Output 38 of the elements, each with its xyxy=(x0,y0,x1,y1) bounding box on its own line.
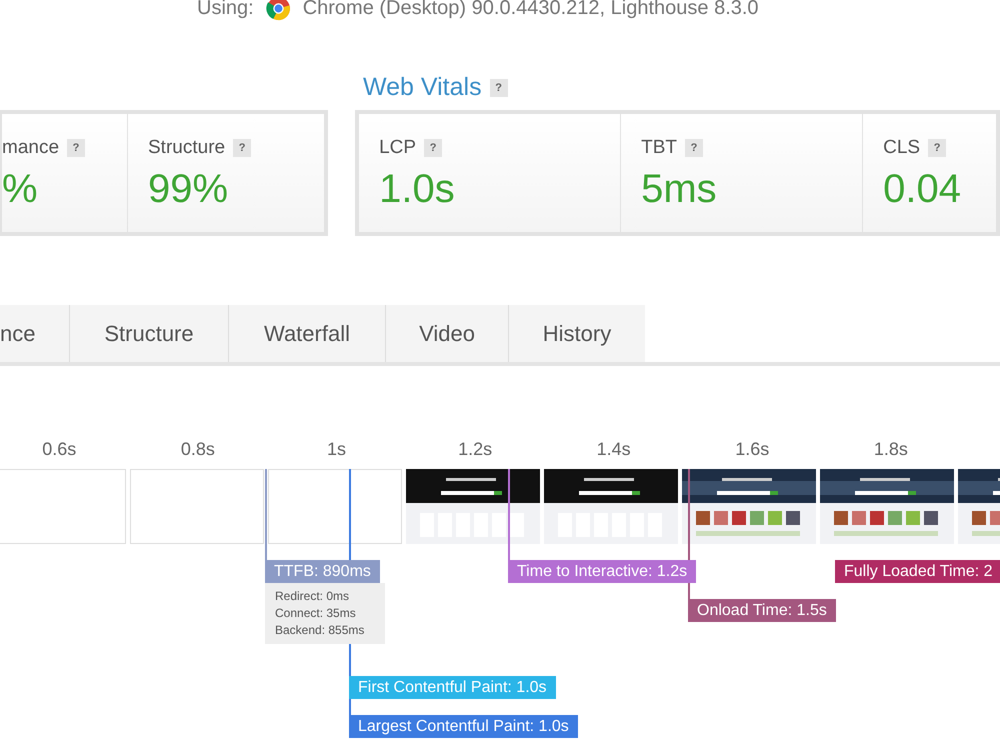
tab[interactable]: History xyxy=(509,305,645,362)
marker-label: Largest Contentful Paint: 1.0s xyxy=(349,715,578,738)
help-badge[interactable]: ? xyxy=(928,139,946,157)
tab[interactable]: Structure xyxy=(70,305,229,362)
metric-label: mance xyxy=(2,136,60,160)
metric-value: 1.0s xyxy=(379,166,456,212)
metric-label: TBT xyxy=(641,136,677,160)
metric-label: LCP xyxy=(379,136,416,160)
detail-text: Redirect: 0ms xyxy=(275,588,350,605)
time-tick: 1.2s xyxy=(457,438,494,460)
time-tick: 0.8s xyxy=(180,438,216,460)
help-badge[interactable]: ? xyxy=(490,79,508,97)
marker-label: TTFB: 890ms xyxy=(265,560,380,583)
metric-value: 0.04 xyxy=(883,166,962,212)
detail-text: Backend: 855ms xyxy=(275,622,366,639)
section-title: Web Vitals xyxy=(363,72,482,104)
time-tick: 1.8s xyxy=(872,438,909,460)
metric-value: 99% xyxy=(148,166,230,212)
help-badge[interactable]: ? xyxy=(424,139,442,157)
marker-label: Fully Loaded Time: 2 xyxy=(835,560,1000,583)
metric-label: CLS xyxy=(883,136,920,160)
time-tick: 1.4s xyxy=(596,438,632,460)
metric-label: Structure xyxy=(148,136,226,160)
help-badge[interactable]: ? xyxy=(233,139,252,157)
tab[interactable]: Video xyxy=(386,305,509,362)
time-tick: 0.6s xyxy=(41,438,78,460)
time-tick: 1.6s xyxy=(734,438,770,460)
marker-label: Onload Time: 1.5s xyxy=(688,599,836,622)
time-tick: 1s xyxy=(326,438,347,460)
metric-value: % xyxy=(2,166,39,212)
tab[interactable]: nce xyxy=(0,305,70,362)
help-badge[interactable]: ? xyxy=(685,139,703,157)
metric-value: 5ms xyxy=(641,166,718,212)
marker-label: Time to Interactive: 1.2s xyxy=(508,560,696,583)
marker-label: First Contentful Paint: 1.0s xyxy=(349,676,556,699)
detail-text: Connect: 35ms xyxy=(275,605,357,622)
help-badge[interactable]: ? xyxy=(67,139,86,157)
tab[interactable]: Waterfall xyxy=(229,305,386,362)
